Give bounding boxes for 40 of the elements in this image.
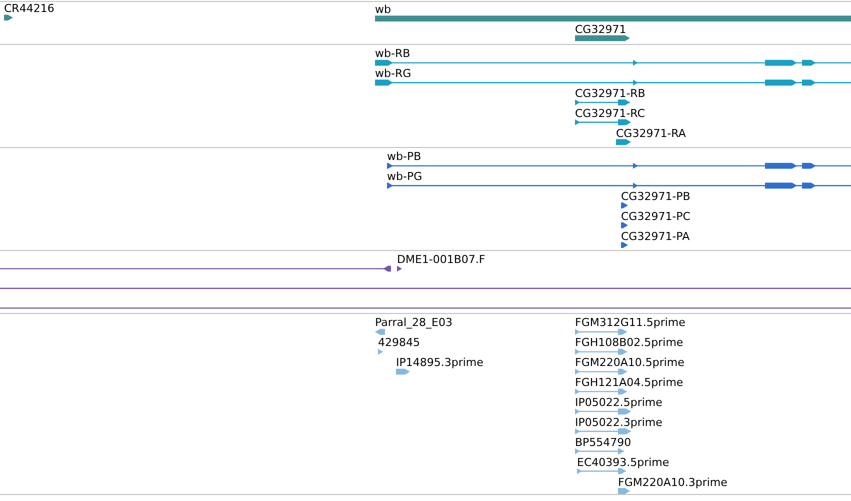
feature-label: CG32971 [575,23,626,36]
feature-glyph[interactable] [575,99,630,106]
feature-label: wb-RG [375,67,412,80]
feature-label: IP05022.3prime [575,416,662,429]
feature-label: BP554790 [575,436,632,449]
feature-label: CR44216 [4,2,54,15]
feature-glyph[interactable] [621,202,628,208]
feature-label: IP14895.3prime [396,356,484,369]
feature-label: IP05022.5prime [575,396,662,409]
feature-label: FGH108B02.5prime [575,336,684,349]
feature-label: 429845 [378,336,420,349]
feature-label: CG32971-RC [575,107,645,120]
feature-label: wb-PB [387,150,422,163]
feature-label: wb-PG [387,170,422,183]
feature-label: CG32971-RA [616,127,686,140]
feature-glyph[interactable] [375,16,851,22]
feature-label: Parral_28_E03 [375,316,452,329]
feature-label: FGM220A10.3prime [618,476,728,489]
feature-label: wb [375,3,391,16]
feature-glyph[interactable] [621,242,628,248]
feature-label: CG32971-PC [621,210,690,223]
feature-label: CG32971-PA [621,230,690,243]
feature-label: EC40393.5prime [577,456,670,469]
feature-glyph[interactable] [616,139,631,146]
feature-label: FGM312G11.5prime [575,316,686,329]
feature-glyph[interactable] [4,14,13,21]
feature-glyph[interactable] [375,80,851,86]
feature-glyph[interactable] [0,266,402,272]
feature-glyph[interactable] [575,119,631,126]
feature-glyph[interactable] [387,162,851,169]
feature-label: CG32971-PB [621,190,690,203]
feature-label: DME1-001B07.F [397,253,486,266]
feature-glyph[interactable] [375,60,851,66]
feature-glyph[interactable] [575,35,630,42]
feature-label: wb-RB [375,47,410,60]
feature-label: FGH121A04.5prime [575,376,684,389]
feature-label: FGM220A10.5prime [575,356,684,369]
feature-glyph[interactable] [621,222,628,228]
feature-glyph[interactable] [387,182,851,189]
feature-label: CG32971-RB [575,87,646,100]
